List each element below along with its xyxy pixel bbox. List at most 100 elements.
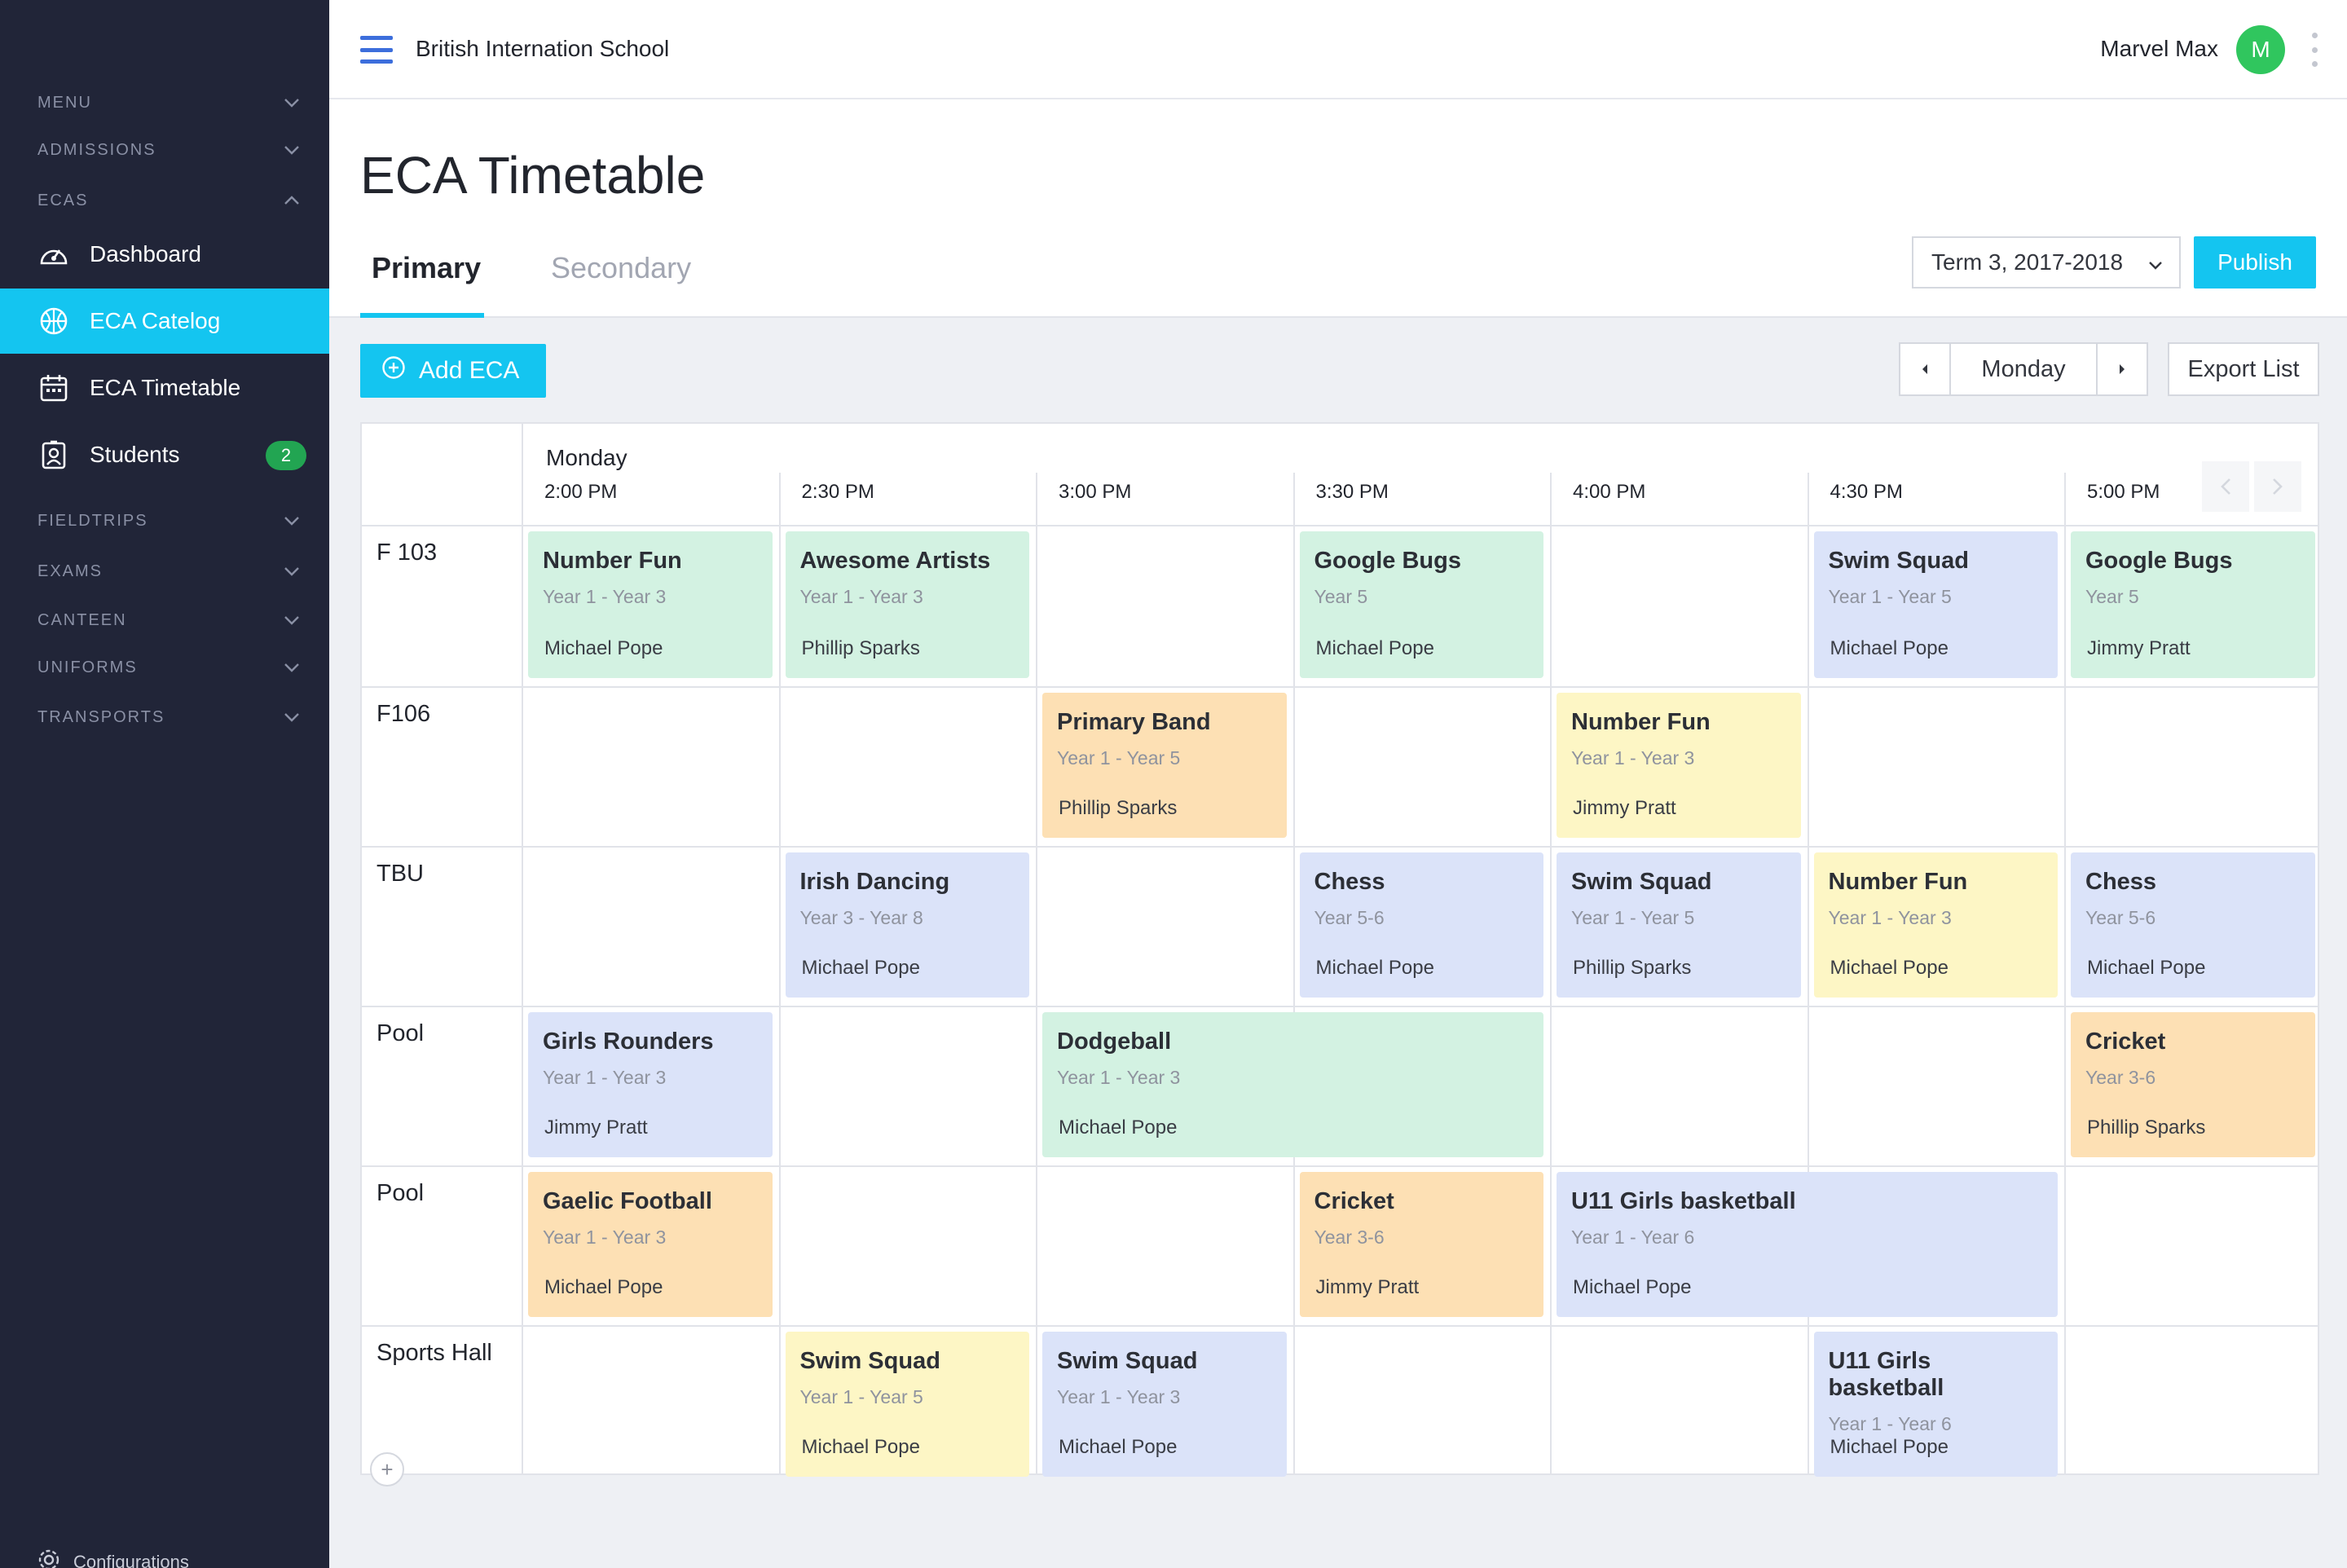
eca-card-title: Dodgeball (1057, 1028, 1172, 1055)
time-slot-label: 2:00 PM (544, 481, 618, 503)
basketball-icon (37, 305, 70, 337)
next-day-button[interactable] (2096, 344, 2147, 394)
eca-card[interactable]: Swim Squad Year 1 - Year 5 Phillip Sparks (1557, 852, 1801, 998)
eca-card-title: Primary Band (1057, 709, 1211, 735)
eca-card-years: Year 1 - Year 3 (1828, 907, 1952, 928)
eca-card-years: Year 1 - Year 6 (1571, 1227, 1695, 1248)
more-options-icon[interactable] (2311, 33, 2318, 67)
eca-card-title: Girls Rounders (543, 1028, 714, 1055)
eca-card[interactable]: Cricket Year 3-6 Phillip Sparks (2071, 1012, 2315, 1157)
add-row-button[interactable]: + (370, 1452, 404, 1487)
eca-card-title: Chess (2085, 869, 2157, 895)
export-list-button[interactable]: Export List (2168, 342, 2319, 396)
eca-card[interactable]: Girls Rounders Year 1 - Year 3 Jimmy Pratt (528, 1012, 773, 1157)
time-slot-label: 5:00 PM (2087, 481, 2160, 503)
top-bar: British Internation School Marvel Max M (329, 0, 2347, 99)
eca-card[interactable]: Gaelic Football Year 1 - Year 3 Michael Po… (528, 1172, 773, 1317)
eca-card[interactable]: Chess Year 5-6 Michael Pope (1299, 852, 1543, 998)
eca-card[interactable]: Awesome Artists Year 1 - Year 3 Phillip Sp… (785, 531, 1029, 678)
tab-secondary[interactable]: Secondary (551, 251, 691, 285)
day-navigator: Monday (1899, 342, 2148, 396)
eca-card[interactable]: Number Fun Year 1 - Year 3 Jimmy Pratt (1557, 693, 1801, 838)
row-divider (362, 1165, 2318, 1167)
column-divider (522, 424, 523, 1475)
sidebar-section-uniforms[interactable]: UNIFORMS (0, 647, 329, 688)
sidebar-section-admissions[interactable]: ADMISSIONS (0, 130, 329, 170)
students-count-badge: 2 (266, 441, 306, 470)
user-name[interactable]: Marvel Max (2100, 36, 2218, 62)
add-eca-button[interactable]: Add ECA (360, 344, 546, 398)
eca-card[interactable]: Swim Squad Year 1 - Year 5 Michael Pope (785, 1332, 1029, 1477)
sidebar-section-label: ECAS (37, 191, 89, 209)
eca-card-title: Cricket (2085, 1028, 2166, 1055)
scroll-right-icon[interactable] (2254, 461, 2301, 512)
eca-card[interactable]: Number Fun Year 1 - Year 3 Michael Pope (528, 531, 773, 678)
sidebar-item-eca-timetable[interactable]: ECA Timetable (0, 355, 329, 421)
gear-icon (37, 1548, 60, 1568)
eca-card-years: Year 5-6 (1314, 907, 1385, 928)
sidebar-section-canteen[interactable]: CANTEEN (0, 600, 329, 641)
chevron-down-icon (282, 707, 302, 727)
eca-card-years: Year 5 (1314, 586, 1368, 607)
page-header: ECA Timetable Primary Secondary Term 3, … (329, 99, 2347, 318)
eca-card[interactable]: Irish Dancing Year 3 - Year 8 Michael Pope (785, 852, 1029, 998)
eca-card[interactable]: Google Bugs Year 5 Michael Pope (1299, 531, 1543, 678)
eca-card[interactable]: Dodgeball Year 1 - Year 3 Michael Pope (1042, 1012, 1543, 1157)
sidebar-section-menu[interactable]: MENU (0, 82, 329, 123)
eca-card-title: Number Fun (543, 548, 682, 574)
row-divider (362, 1006, 2318, 1007)
chevron-up-icon (282, 191, 302, 210)
eca-card-years: Year 1 - Year 3 (543, 1227, 667, 1248)
eca-card[interactable]: Cricket Year 3-6 Jimmy Pratt (1299, 1172, 1543, 1317)
timetable-grid: Monday + 2:00 PM 2:30 PM 3:00 PM 3:30 PM 4:0… (360, 422, 2319, 1487)
eca-card[interactable]: Swim Squad Year 1 - Year 5 Michael Pope (1813, 531, 2058, 678)
eca-card-teacher: Michael Pope (1830, 637, 1948, 659)
sidebar-section-ecas[interactable]: ECAS (0, 180, 329, 221)
eca-card-years: Year 1 - Year 3 (543, 586, 667, 607)
eca-card-title: Number Fun (1828, 869, 1968, 895)
publish-button[interactable]: Publish (2194, 236, 2316, 288)
eca-card[interactable]: U11 Girls basketball Year 1 - Year 6 Micha… (1813, 1332, 2058, 1477)
eca-card-years: Year 1 - Year 5 (1828, 586, 1952, 607)
eca-card-teacher: Michael Pope (544, 637, 663, 659)
eca-card[interactable]: Chess Year 5-6 Michael Pope (2071, 852, 2315, 998)
eca-card-years: Year 5 (2085, 586, 2139, 607)
sidebar-section-label: ADMISSIONS (37, 140, 156, 159)
eca-card[interactable]: Number Fun Year 1 - Year 3 Michael Pope (1813, 852, 2058, 998)
eca-card-teacher: Michael Pope (1059, 1436, 1178, 1458)
sidebar-section-transports[interactable]: TRANSPORTS (0, 697, 329, 738)
eca-card[interactable]: Swim Squad Year 1 - Year 3 Michael Pope (1042, 1332, 1287, 1477)
sidebar: MENU ADMISSIONS ECAS Dashboard ECA Catel… (0, 0, 329, 1568)
eca-card-title: Irish Dancing (799, 869, 950, 895)
eca-card-title: Google Bugs (1314, 548, 1461, 574)
eca-card[interactable]: Primary Band Year 1 - Year 5 Phillip Spark… (1042, 693, 1287, 838)
timetable-day-header: Monday (546, 445, 627, 470)
chevron-down-icon (282, 610, 302, 630)
scroll-left-icon[interactable] (2202, 461, 2249, 512)
student-badge-icon (37, 438, 70, 471)
dashboard-icon (37, 238, 70, 271)
term-select-value: Term 3, 2017-2018 (1931, 249, 2124, 275)
room-label: Pool (376, 1020, 425, 1046)
eca-card[interactable]: U11 Girls basketball Year 1 - Year 6 Micha… (1557, 1172, 2058, 1317)
sidebar-item-label: ECA Timetable (90, 375, 241, 400)
time-slot-label: 4:30 PM (1830, 481, 1903, 503)
row-divider (362, 846, 2318, 848)
sidebar-item-dashboard[interactable]: Dashboard (0, 222, 329, 287)
tab-primary[interactable]: Primary (372, 251, 481, 285)
add-eca-label: Add ECA (419, 357, 520, 384)
hamburger-menu-icon[interactable] (360, 36, 393, 64)
previous-day-button[interactable] (1900, 344, 1951, 394)
term-select[interactable]: Term 3, 2017-2018 (1912, 236, 2181, 288)
eca-card[interactable]: Google Bugs Year 5 Jimmy Pratt (2071, 531, 2315, 678)
eca-card-title: Chess (1314, 869, 1385, 895)
sidebar-item-configurations[interactable]: Configurations (37, 1548, 189, 1568)
sidebar-section-fieldtrips[interactable]: FIELDTRIPS (0, 500, 329, 541)
avatar[interactable]: M (2236, 25, 2285, 74)
eca-card-years: Year 1 - Year 3 (1571, 747, 1695, 769)
sidebar-section-exams[interactable]: EXAMS (0, 551, 329, 592)
eca-card-title: Swim Squad (1057, 1348, 1198, 1374)
sidebar-item-eca-catelog[interactable]: ECA Catelog (0, 288, 329, 354)
eca-card-teacher: Phillip Sparks (1059, 797, 1178, 819)
sidebar-item-students[interactable]: Students 2 (0, 422, 329, 487)
